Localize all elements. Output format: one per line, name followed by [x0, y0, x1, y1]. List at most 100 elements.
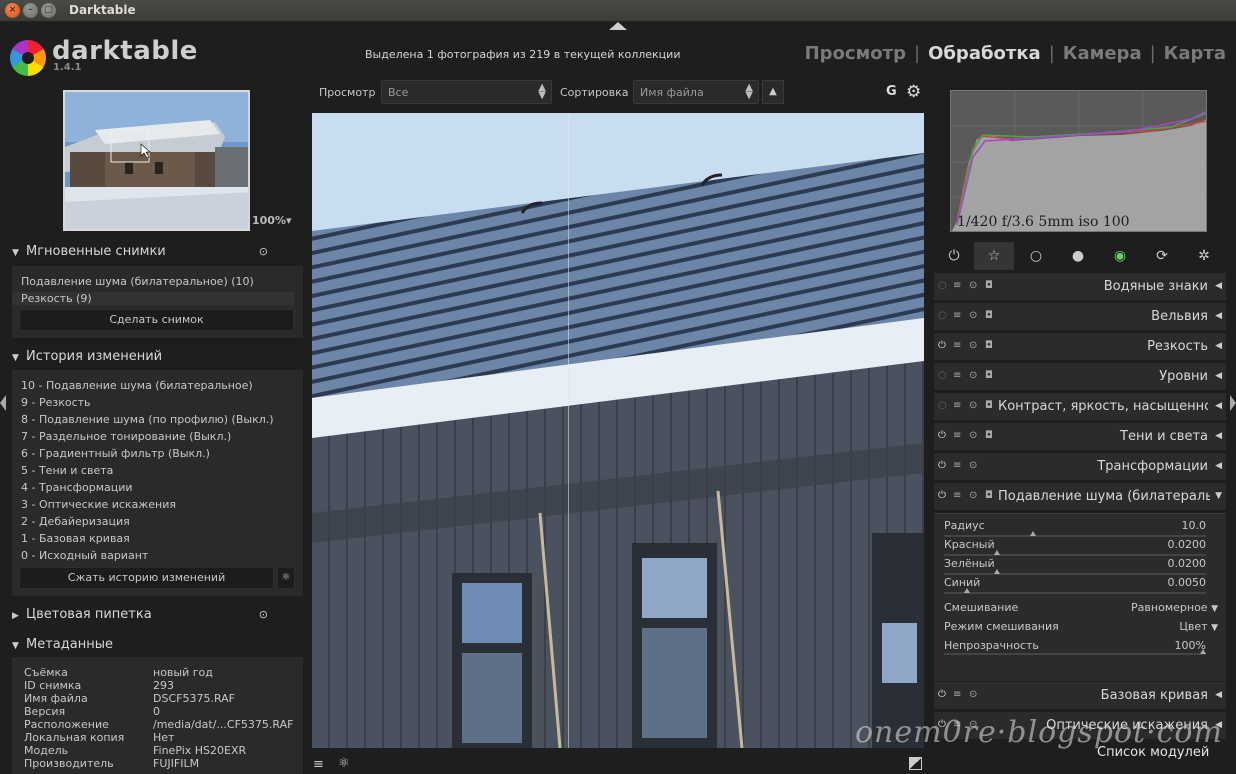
slider-knob[interactable]: [1200, 649, 1206, 654]
effect-group-icon[interactable]: ✲: [1184, 242, 1224, 270]
module-reset-icon[interactable]: ⊙: [969, 370, 977, 381]
module-presets-icon[interactable]: ≡: [953, 400, 961, 411]
slider-knob[interactable]: [994, 569, 1000, 574]
reset-icon[interactable]: ⊙: [259, 245, 268, 258]
module-multi-instance-icon[interactable]: ◘: [985, 400, 993, 411]
slider-knob[interactable]: [1030, 531, 1036, 536]
history-item[interactable]: 3 - Оптические искажения: [21, 498, 176, 511]
module-power-icon[interactable]: ⏻: [938, 340, 946, 351]
history-item[interactable]: 2 - Дебайеризация: [21, 515, 130, 528]
module-presets-icon[interactable]: ≡: [953, 280, 961, 291]
module-presets-icon[interactable]: ≡: [953, 689, 961, 700]
copy-history-icon[interactable]: ⚛: [277, 567, 295, 589]
history-item[interactable]: 8 - Подавление шума (по профилю) (Выкл.): [21, 413, 274, 426]
basic-group-circle-icon[interactable]: ○: [1016, 242, 1056, 270]
module-multi-instance-icon[interactable]: ◘: [985, 490, 993, 501]
module-reset-icon[interactable]: ⊙: [969, 689, 977, 700]
module-power-icon[interactable]: ○: [938, 370, 947, 381]
module-reset-icon[interactable]: ⊙: [969, 340, 977, 351]
module-power-icon[interactable]: ○: [938, 310, 947, 321]
close-window-button[interactable]: ×: [5, 3, 20, 18]
module-watermark[interactable]: ○ ≡ ⊙ ◘ Водяные знаки ◀: [934, 273, 1226, 300]
menu-lines-icon[interactable]: ≡: [313, 757, 324, 772]
history-item[interactable]: 6 - Градиентный фильтр (Выкл.): [21, 447, 210, 460]
module-velvia[interactable]: ○ ≡ ⊙ ◘ Вельвия ◀: [934, 303, 1226, 330]
history-item[interactable]: 7 - Раздельное тонирование (Выкл.): [21, 430, 231, 443]
module-base-curve[interactable]: ⏻ ≡ ⊙ Базовая кривая ◀: [934, 682, 1226, 709]
history-item[interactable]: 5 - Тени и света: [21, 464, 113, 477]
module-multi-instance-icon[interactable]: ◘: [985, 370, 993, 381]
module-reset-icon[interactable]: ⊙: [969, 430, 977, 441]
blue-track[interactable]: [944, 588, 1206, 594]
module-shadows-highlights[interactable]: ⏻ ≡ ⊙ ◘ Тени и света ◀: [934, 423, 1226, 450]
module-multi-instance-icon[interactable]: ◘: [985, 310, 993, 321]
blend-select[interactable]: Смешивание Равномерное ▼: [944, 601, 1218, 614]
color-group-icon[interactable]: ◉: [1100, 242, 1140, 270]
view-tab-tethering[interactable]: Камера: [1063, 43, 1142, 64]
grouping-button[interactable]: G: [886, 84, 897, 99]
module-multi-instance-icon[interactable]: ◘: [985, 340, 993, 351]
compress-history-button[interactable]: Сжать историю изменений: [19, 567, 274, 589]
snapshots-header[interactable]: ▼ Мгновенные снимки ⊙: [12, 244, 302, 259]
styles-icon[interactable]: ⚛: [338, 756, 350, 771]
module-power-icon[interactable]: ⏻: [938, 689, 946, 700]
before-after-split-line[interactable]: [568, 113, 569, 748]
right-panel-toggle-arrow[interactable]: [1230, 395, 1236, 411]
favorites-star-icon[interactable]: ☆: [974, 242, 1014, 270]
center-image-view[interactable]: [312, 113, 924, 748]
module-reset-icon[interactable]: ⊙: [969, 460, 977, 471]
history-item[interactable]: 9 - Резкость: [21, 396, 91, 409]
module-reset-icon[interactable]: ⊙: [969, 490, 977, 501]
module-power-icon[interactable]: ⏻: [938, 430, 946, 441]
radius-track[interactable]: [944, 531, 1206, 537]
module-levels[interactable]: ○ ≡ ⊙ ◘ Уровни ◀: [934, 363, 1226, 390]
module-transformations[interactable]: ⏻ ≡ ⊙ Трансформации ◀: [934, 453, 1226, 480]
opacity-track[interactable]: [944, 649, 1206, 655]
overexposure-toggle-icon[interactable]: [909, 757, 922, 770]
history-item[interactable]: 4 - Трансформации: [21, 481, 133, 494]
view-tab-darkroom[interactable]: Обработка: [928, 43, 1041, 64]
module-multi-instance-icon[interactable]: ◘: [985, 430, 993, 441]
module-presets-icon[interactable]: ≡: [953, 370, 961, 381]
sort-select[interactable]: Имя файла ▲ ▼: [633, 80, 759, 104]
tone-group-icon[interactable]: ●: [1058, 242, 1098, 270]
red-track[interactable]: [944, 550, 1206, 556]
module-reset-icon[interactable]: ⊙: [969, 310, 977, 321]
snapshot-item[interactable]: Подавление шума (билатеральное) (10): [21, 275, 254, 288]
take-snapshot-button[interactable]: Сделать снимок: [19, 309, 294, 331]
metadata-header[interactable]: ▼ Метаданные: [12, 637, 302, 652]
red-slider[interactable]: Красный 0.0200: [944, 538, 1206, 551]
histogram[interactable]: [950, 90, 1207, 232]
view-tab-map[interactable]: Карта: [1164, 43, 1226, 64]
module-reset-icon[interactable]: ⊙: [969, 400, 977, 411]
radius-slider[interactable]: Радиус 10.0: [944, 519, 1206, 532]
sort-direction-button[interactable]: ▲: [762, 80, 784, 104]
correction-group-icon[interactable]: ⟳: [1142, 242, 1182, 270]
module-contrast-brightness-saturation[interactable]: ○ ≡ ⊙ ◘ Контраст, яркость, насыщенность …: [934, 393, 1226, 420]
module-presets-icon[interactable]: ≡: [953, 490, 961, 501]
view-tab-lighttable[interactable]: Просмотр: [805, 43, 906, 64]
snapshot-item[interactable]: Резкость (9): [12, 292, 294, 305]
top-panel-toggle-arrow[interactable]: [609, 22, 627, 30]
color-picker-header[interactable]: ▶ Цветовая пипетка ⊙: [12, 607, 302, 622]
module-power-icon[interactable]: ○: [938, 400, 947, 411]
maximize-window-button[interactable]: □: [41, 3, 56, 18]
green-track[interactable]: [944, 569, 1206, 575]
left-panel-toggle-arrow[interactable]: [0, 395, 6, 411]
history-item[interactable]: 10 - Подавление шума (билатеральное): [21, 379, 253, 392]
history-header[interactable]: ▼ История изменений: [12, 349, 302, 364]
gear-icon[interactable]: ⚙: [906, 82, 921, 102]
minimize-window-button[interactable]: –: [23, 3, 38, 18]
module-presets-icon[interactable]: ≡: [953, 340, 961, 351]
history-item[interactable]: 0 - Исходный вариант: [21, 549, 148, 562]
slider-knob[interactable]: [994, 550, 1000, 555]
module-bilateral-denoise[interactable]: ⏻ ≡ ⊙ ◘ Подавление шума (билатеральное) …: [934, 483, 1226, 510]
module-multi-instance-icon[interactable]: ◘: [985, 280, 993, 291]
navigation-thumbnail[interactable]: [63, 90, 250, 231]
module-power-icon[interactable]: ○: [938, 280, 947, 291]
reset-icon[interactable]: ⊙: [259, 608, 268, 621]
green-slider[interactable]: Зелёный 0.0200: [944, 557, 1206, 570]
slider-knob[interactable]: [964, 588, 970, 593]
blend-mode-select[interactable]: Режим смешивания Цвет ▼: [944, 620, 1218, 633]
view-filter-select[interactable]: Все ▲ ▼: [381, 80, 552, 104]
